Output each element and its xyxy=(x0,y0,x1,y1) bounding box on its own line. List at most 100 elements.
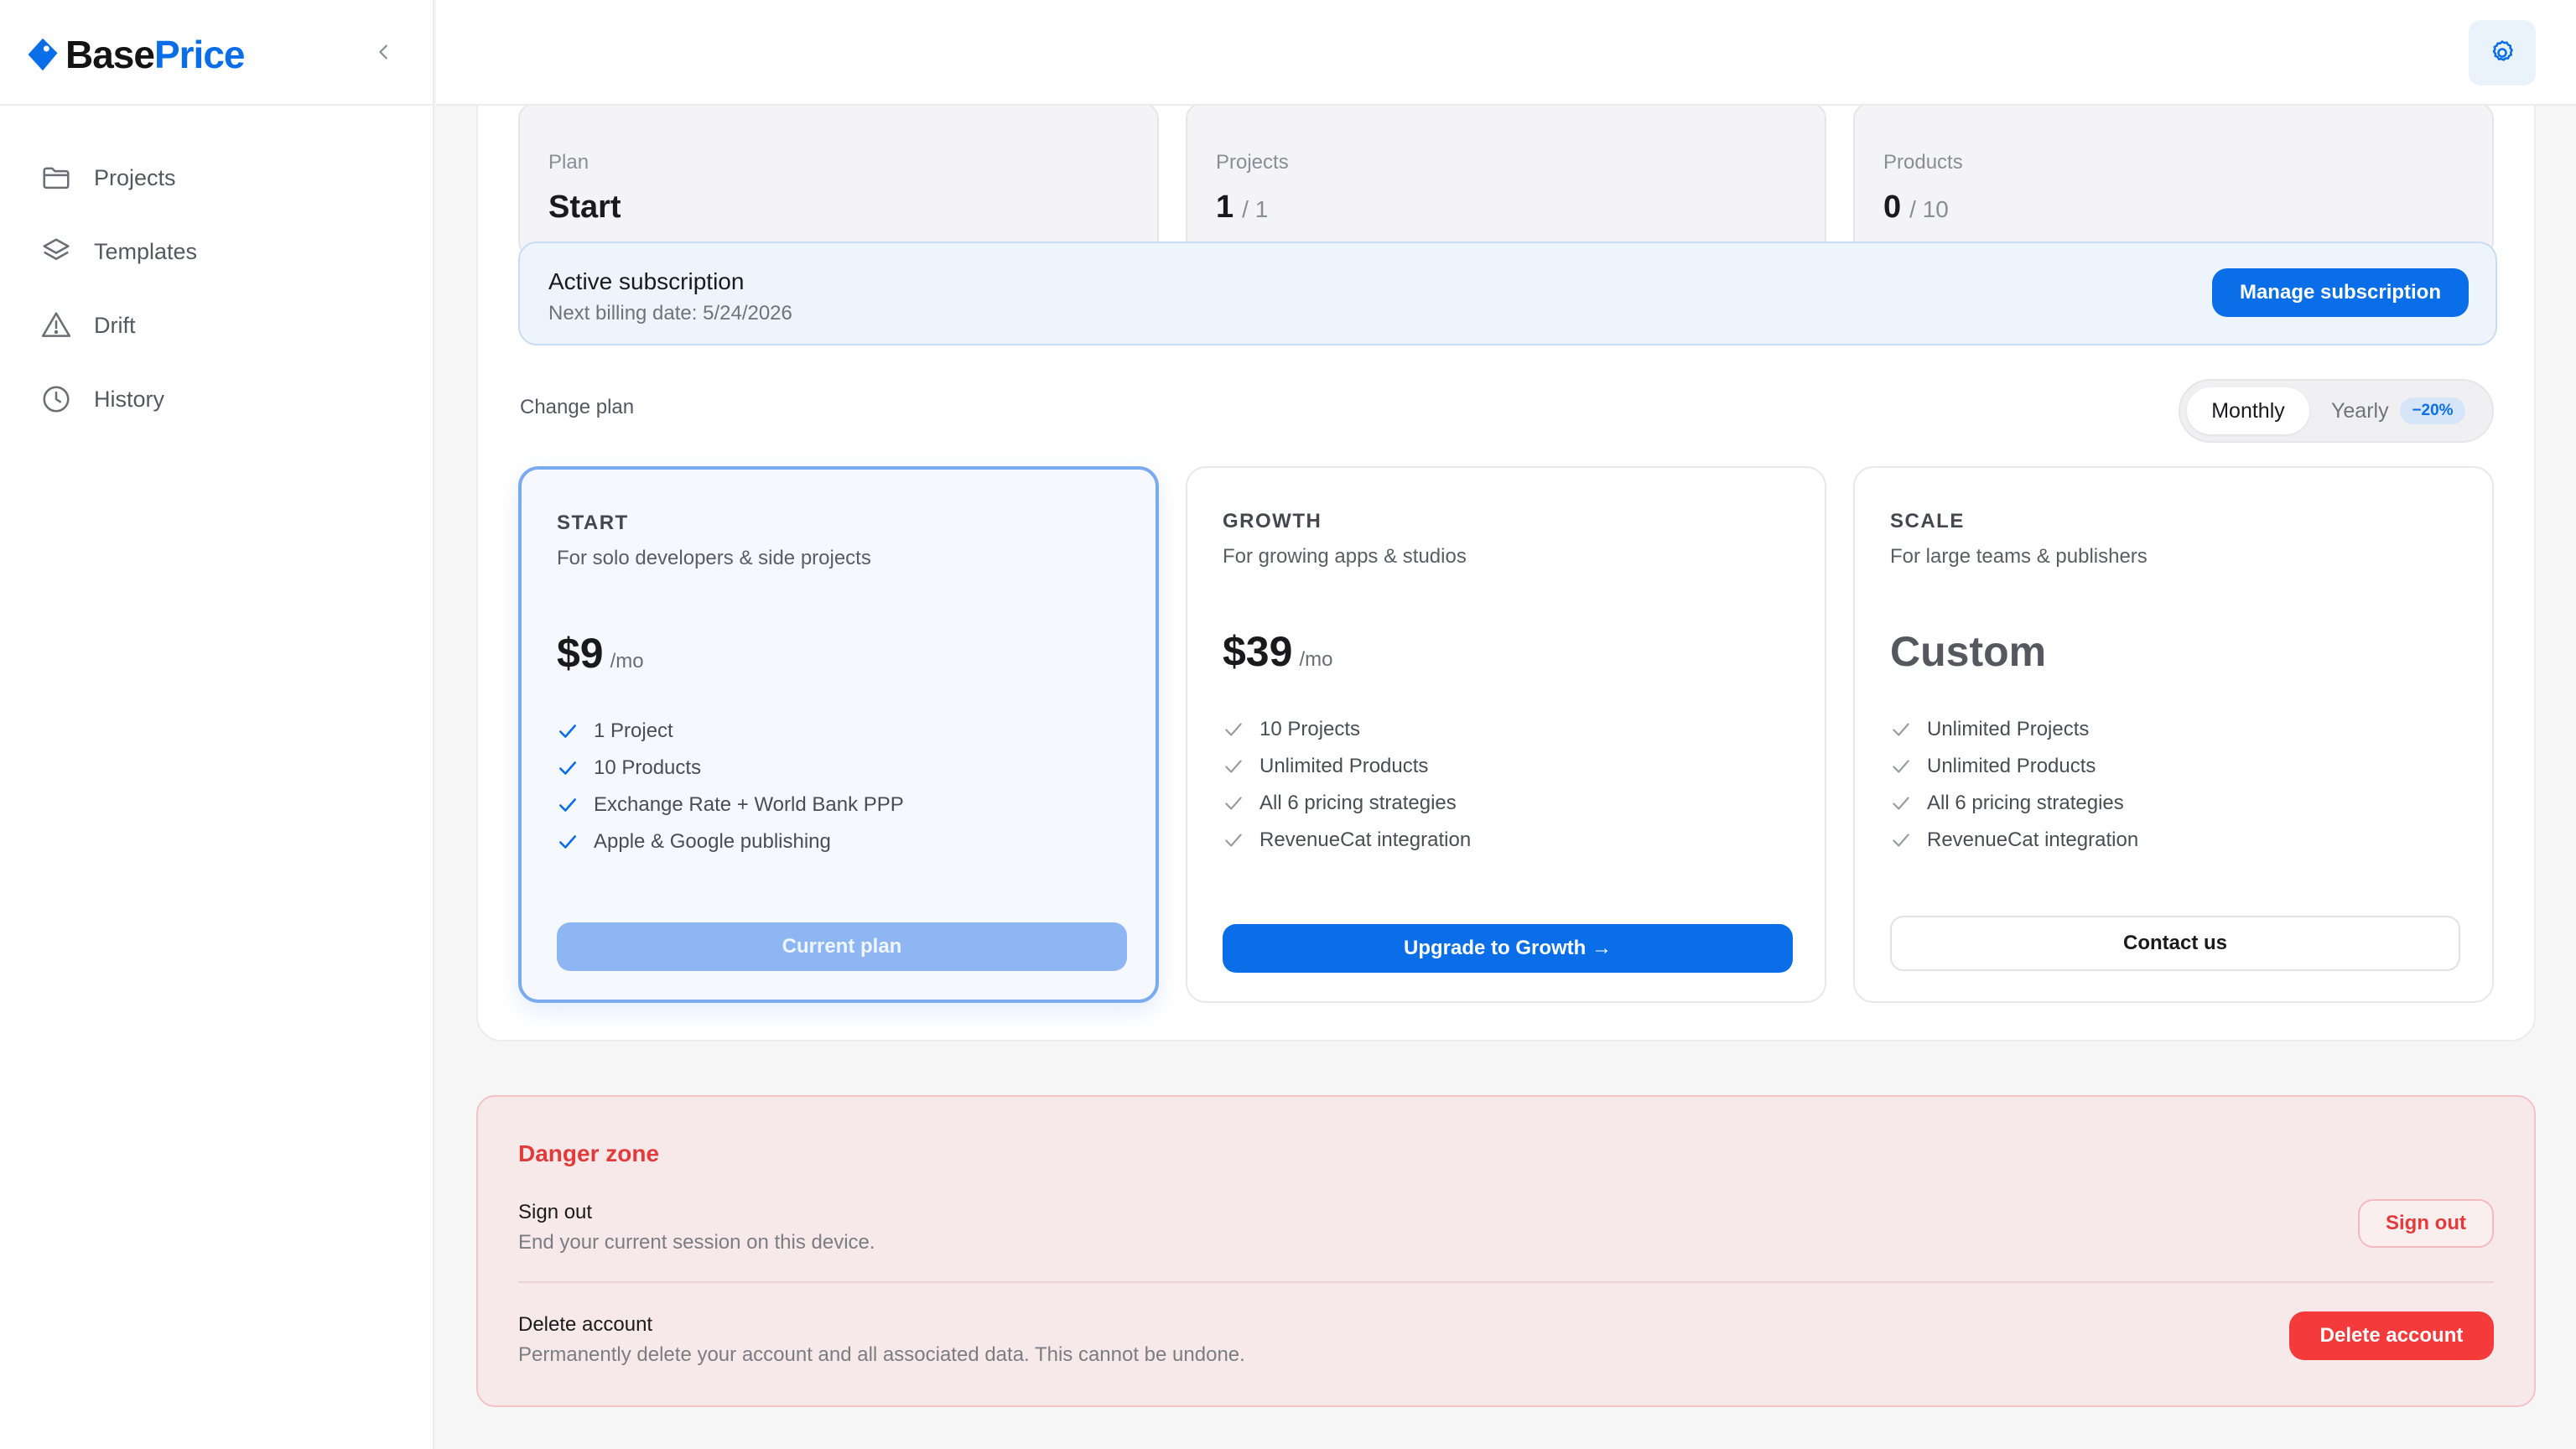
feature-item: 10 Projects xyxy=(1223,711,1471,748)
plan-price: Custom xyxy=(1890,628,2047,675)
danger-zone-title: Danger zone xyxy=(518,1140,660,1166)
gear-icon xyxy=(2492,40,2513,61)
plan-name: SCALE xyxy=(1890,510,1965,532)
feature-text: All 6 pricing strategies xyxy=(1259,792,1457,814)
feature-text: 10 Products xyxy=(594,756,702,779)
feature-item: Apple & Google publishing xyxy=(557,823,904,860)
chevron-left-icon xyxy=(379,44,387,60)
check-icon xyxy=(559,724,576,738)
sidebar-item-templates[interactable]: Templates xyxy=(0,215,433,288)
check-icon xyxy=(1893,760,1909,773)
billing-card: Plan Start Projects 1/ 1 Products 0/ 10 … xyxy=(476,50,2536,1041)
divider xyxy=(518,1281,2494,1283)
toggle-yearly[interactable]: Yearly xyxy=(2331,399,2389,423)
stat-products: Products 0 / 10 xyxy=(1853,102,2494,258)
feature-item: All 6 pricing strategies xyxy=(1890,785,2138,822)
stat-label: Projects xyxy=(1216,151,1289,174)
feature-item: 10 Products xyxy=(557,750,904,787)
feature-text: All 6 pricing strategies xyxy=(1927,792,2124,814)
logo-text-price: Price xyxy=(153,33,246,76)
logo-text-base: Base xyxy=(65,33,155,76)
feature-text: 10 Projects xyxy=(1259,718,1361,740)
check-icon xyxy=(1225,723,1242,736)
feature-list: 1 Project 10 Products Exchange Rate + Wo… xyxy=(557,713,904,860)
feature-item: RevenueCat integration xyxy=(1223,822,1471,859)
subscription-title: Active subscription xyxy=(548,268,745,294)
delete-account-button[interactable]: Delete account xyxy=(2289,1311,2494,1360)
logo[interactable]: BasePrice xyxy=(25,32,245,77)
price-period: /mo xyxy=(610,650,644,673)
feature-item: RevenueCat integration xyxy=(1890,822,2138,859)
price-period: /mo xyxy=(1299,648,1333,671)
feature-text: RevenueCat integration xyxy=(1927,828,2139,851)
check-icon xyxy=(1893,834,1909,847)
price-amount: $9 xyxy=(557,630,604,677)
feature-item: All 6 pricing strategies xyxy=(1223,785,1471,822)
sign-out-description: End your current session on this device. xyxy=(518,1231,875,1254)
sign-out-button[interactable]: Sign out xyxy=(2358,1199,2494,1248)
settings-button[interactable] xyxy=(2469,20,2536,86)
check-icon xyxy=(559,798,576,812)
sidebar-item-projects[interactable]: Projects xyxy=(0,141,433,215)
feature-text: Apple & Google publishing xyxy=(594,830,831,853)
plan-card-start: START For solo developers & side project… xyxy=(518,466,1159,1003)
subscription-banner: Active subscription Next billing date: 5… xyxy=(518,242,2497,345)
check-icon xyxy=(1225,760,1242,773)
check-icon xyxy=(559,761,576,775)
tag-logo-icon xyxy=(28,38,58,71)
feature-item: Unlimited Products xyxy=(1223,748,1471,785)
feature-item: Unlimited Projects xyxy=(1890,711,2138,748)
feature-list: Unlimited Projects Unlimited Products Al… xyxy=(1890,711,2138,859)
toggle-monthly[interactable]: Monthly xyxy=(2187,387,2309,434)
stat-limit: / 10 xyxy=(1909,196,1949,222)
check-icon xyxy=(1225,834,1242,847)
contact-us-button[interactable]: Contact us xyxy=(1890,916,2460,971)
yearly-discount-badge: −20% xyxy=(2400,397,2465,424)
delete-account-description: Permanently delete your account and all … xyxy=(518,1343,1245,1366)
check-icon xyxy=(1225,797,1242,810)
stat-plan: Plan Start xyxy=(518,102,1159,258)
feature-list: 10 Projects Unlimited Products All 6 pri… xyxy=(1223,711,1471,859)
top-bar xyxy=(436,0,2576,106)
warning-icon xyxy=(41,312,71,337)
danger-zone: Danger zone Sign out End your current se… xyxy=(476,1095,2536,1407)
sidebar-item-label: Drift xyxy=(94,312,136,338)
stat-label: Plan xyxy=(548,151,589,174)
sidebar-item-history[interactable]: History xyxy=(0,362,433,436)
feature-text: 1 Project xyxy=(594,719,673,742)
folder-icon xyxy=(43,167,70,190)
stat-limit: / 1 xyxy=(1242,196,1269,222)
sidebar: BasePrice Projects Templates Drift Histo… xyxy=(0,0,434,1449)
plan-name: GROWTH xyxy=(1223,510,1322,532)
billing-period-toggle: Monthly Yearly −20% xyxy=(2179,379,2494,443)
upgrade-to-growth-button[interactable]: Upgrade to Growth → xyxy=(1223,924,1793,973)
plan-description: For growing apps & studios xyxy=(1223,545,1467,568)
stat-value: Start xyxy=(548,190,621,225)
plan-description: For large teams & publishers xyxy=(1890,545,2148,568)
manage-subscription-button[interactable]: Manage subscription xyxy=(2212,268,2469,317)
sidebar-header: BasePrice xyxy=(0,0,433,106)
stat-count: 1 xyxy=(1216,190,1234,225)
stat-label: Products xyxy=(1883,151,1963,174)
plan-name: START xyxy=(557,512,629,534)
layers-icon xyxy=(43,238,70,260)
next-billing-date: Next billing date: 5/24/2026 xyxy=(548,302,792,325)
stat-count: 0 xyxy=(1883,190,1902,225)
sidebar-item-label: Templates xyxy=(94,238,198,264)
current-plan-button: Current plan xyxy=(557,922,1127,971)
plan-price: $9/mo xyxy=(557,629,644,678)
stat-value: 0 / 10 xyxy=(1883,190,1949,226)
sign-out-title: Sign out xyxy=(518,1201,593,1223)
delete-account-title: Delete account xyxy=(518,1313,653,1336)
feature-text: Unlimited Products xyxy=(1927,755,2096,777)
check-icon xyxy=(1893,723,1909,736)
check-icon xyxy=(559,835,576,849)
stat-value: 1 / 1 xyxy=(1216,190,1268,226)
collapse-sidebar-button[interactable] xyxy=(369,37,399,67)
sidebar-item-drift[interactable]: Drift xyxy=(0,288,433,362)
feature-item: Exchange Rate + World Bank PPP xyxy=(557,787,904,823)
sidebar-item-label: Projects xyxy=(94,164,176,190)
sidebar-item-label: History xyxy=(94,386,165,412)
feature-item: Unlimited Products xyxy=(1890,748,2138,785)
feature-text: Unlimited Projects xyxy=(1927,718,2090,740)
